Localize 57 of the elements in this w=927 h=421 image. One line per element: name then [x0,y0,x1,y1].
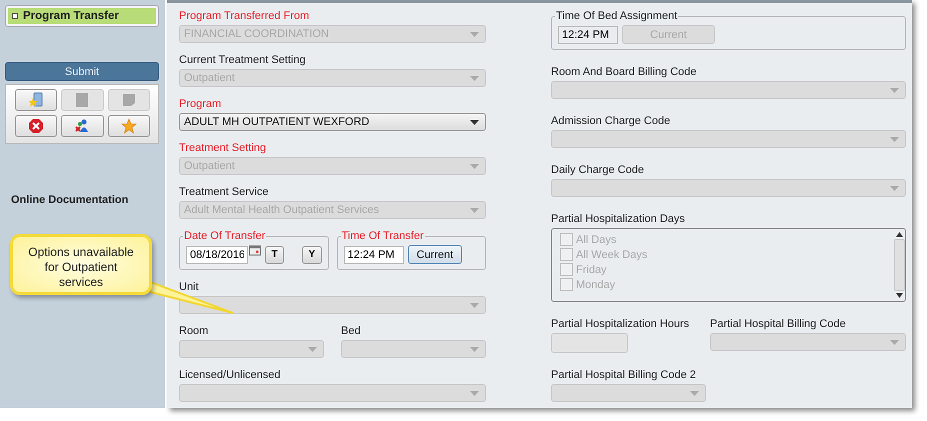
caret-icon [890,136,899,142]
option-label: All Week Days [576,248,648,260]
time-input[interactable]: 12:24 PM [344,246,404,264]
day-button[interactable]: T [264,246,284,264]
group-legend: Time Of Bed Assignment [555,10,678,22]
stop-icon [28,118,44,134]
folder-star-button[interactable] [15,89,58,111]
field-label: Program Transferred From [179,10,310,22]
field-label: Bed [341,325,362,337]
caret-icon [690,390,699,396]
submit-button[interactable]: Submit [5,62,159,81]
star-icon [120,118,137,134]
people-icon [74,118,90,134]
field-label: Treatment Setting [179,142,268,154]
option-label: Monday [576,278,616,290]
option-label: All Days [576,234,616,246]
caret-icon [470,120,479,124]
online-documentation-link[interactable]: Online Documentation [11,194,128,206]
field-label: Current Treatment Setting [179,54,307,66]
field-label: Program [179,98,222,110]
caret-icon [470,346,479,352]
folder-star-icon [28,92,44,108]
people-button[interactable] [61,115,104,137]
field-label: Unit [179,281,200,293]
callout-bubble: Options unavailable for Outpatient services [10,234,152,295]
field-label: Room [179,325,210,337]
field-label: Partial Hospitalization Days [551,213,686,225]
caret-icon [890,340,899,344]
field-label: Admission Charge Code [551,115,672,127]
day-button[interactable]: Y [302,246,322,264]
current-button[interactable]: Current [408,245,462,264]
field-label: Daily Charge Code [551,164,645,176]
nav-item[interactable]: Program Transfer [8,8,156,24]
dropdown-field[interactable]: ADULT MH OUTPATIENT WEXFORD [179,113,486,131]
field-label: Partial Hospitalization Hours [551,318,690,330]
caret-icon [470,302,479,308]
caret-icon [890,88,899,92]
star-button[interactable] [108,115,150,137]
caret-icon [470,32,479,36]
group-legend: Date Of Transfer [183,230,266,242]
stop-button[interactable] [15,115,58,137]
field-label: Partial Hospital Billing Code 2 [551,369,697,381]
note-icon [120,92,137,108]
field-label: Partial Hospital Billing Code [710,318,847,330]
caret-icon [470,164,479,168]
option-label: Friday [576,264,607,276]
field-label: Licensed/Unlicensed [179,369,282,381]
caret-icon [470,76,479,80]
field-label: Room And Board Billing Code [551,66,698,78]
caret-icon [308,346,317,352]
page-icon [74,92,90,108]
caret-icon [470,208,479,212]
group-legend: Time Of Transfer [340,230,425,242]
caret-icon [890,186,899,190]
caret-icon [470,390,479,396]
calendar-icon[interactable] [249,245,261,256]
field-label: Treatment Service [179,186,270,198]
